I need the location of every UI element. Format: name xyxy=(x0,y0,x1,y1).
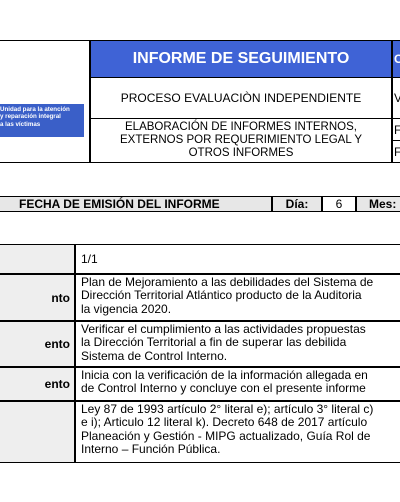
procedure-line: EXTERNOS POR REQUERIMIENTO LEGAL Y xyxy=(120,134,362,146)
row-label: nto xyxy=(0,274,75,321)
day-label: Día: xyxy=(272,196,322,212)
procedure-line: ELABORACIÓN DE INFORMES INTERNOS, xyxy=(125,121,357,133)
issue-date-label: FECHA DE EMISIÓN DEL INFORME xyxy=(0,196,272,212)
row-line: Ley 87 de 1993 artículo 2° literal e); a… xyxy=(81,402,374,416)
process-name: PROCESO EVALUACIÒN INDEPENDIENTE xyxy=(90,78,392,119)
title-right-cell: C xyxy=(392,40,400,78)
procedure-right-cell-1: F xyxy=(392,119,400,141)
day-value: 6 xyxy=(322,196,356,212)
row-line: la Dirección Territorial a fin de supera… xyxy=(81,335,347,350)
logo-cell xyxy=(0,40,90,163)
row-line: e i); Articulo 12 literal k). Decreto 64… xyxy=(81,415,368,430)
row-content: Ley 87 de 1993 artículo 2° literal e); a… xyxy=(75,401,400,463)
procedure-right-cell-2: F xyxy=(392,141,400,163)
row-content: Inicia con la verificación de la informa… xyxy=(75,367,400,401)
logo-line: y reparación integral xyxy=(0,113,61,121)
process-right-cell: V xyxy=(392,78,400,119)
row-line: Sistema de Control Interno. xyxy=(81,348,228,363)
logo-line: a las víctimas xyxy=(0,120,41,128)
row-label xyxy=(0,401,75,463)
row-line: la vigencia 2020. xyxy=(81,301,172,316)
row-content: Verificar el cumplimiento a las activida… xyxy=(75,321,400,367)
report-title: INFORME DE SEGUIMIENTO xyxy=(90,40,392,78)
row-line: Inicia con la verificación de la informa… xyxy=(81,368,368,382)
logo-line: Unidad para la atención xyxy=(0,106,70,113)
row-line: Planeación y Gestión - MIPG actualizado,… xyxy=(81,428,371,443)
month-label: Mes: xyxy=(356,196,400,212)
row-label: ento xyxy=(0,367,75,401)
row-content: 1/1 xyxy=(75,244,400,274)
organization-logo: Unidad para la atención y reparación int… xyxy=(0,104,84,137)
row-line: 1/1 xyxy=(81,252,98,266)
row-line: de Control Interno y concluye con el pre… xyxy=(81,381,366,396)
row-line: Plan de Mejoramiento a las debilidades d… xyxy=(81,275,374,289)
procedure-name: ELABORACIÓN DE INFORMES INTERNOS, EXTERN… xyxy=(90,119,392,163)
row-line: Interno – Función Pública. xyxy=(81,442,221,457)
row-label xyxy=(0,244,75,274)
row-line: Dirección Territorial Atlántico producto… xyxy=(81,288,362,303)
row-label: ento xyxy=(0,321,75,367)
procedure-line: OTROS INFORMES xyxy=(188,147,294,159)
row-content: Plan de Mejoramiento a las debilidades d… xyxy=(75,274,400,321)
row-line: Verificar el cumplimiento a las activida… xyxy=(81,322,366,336)
